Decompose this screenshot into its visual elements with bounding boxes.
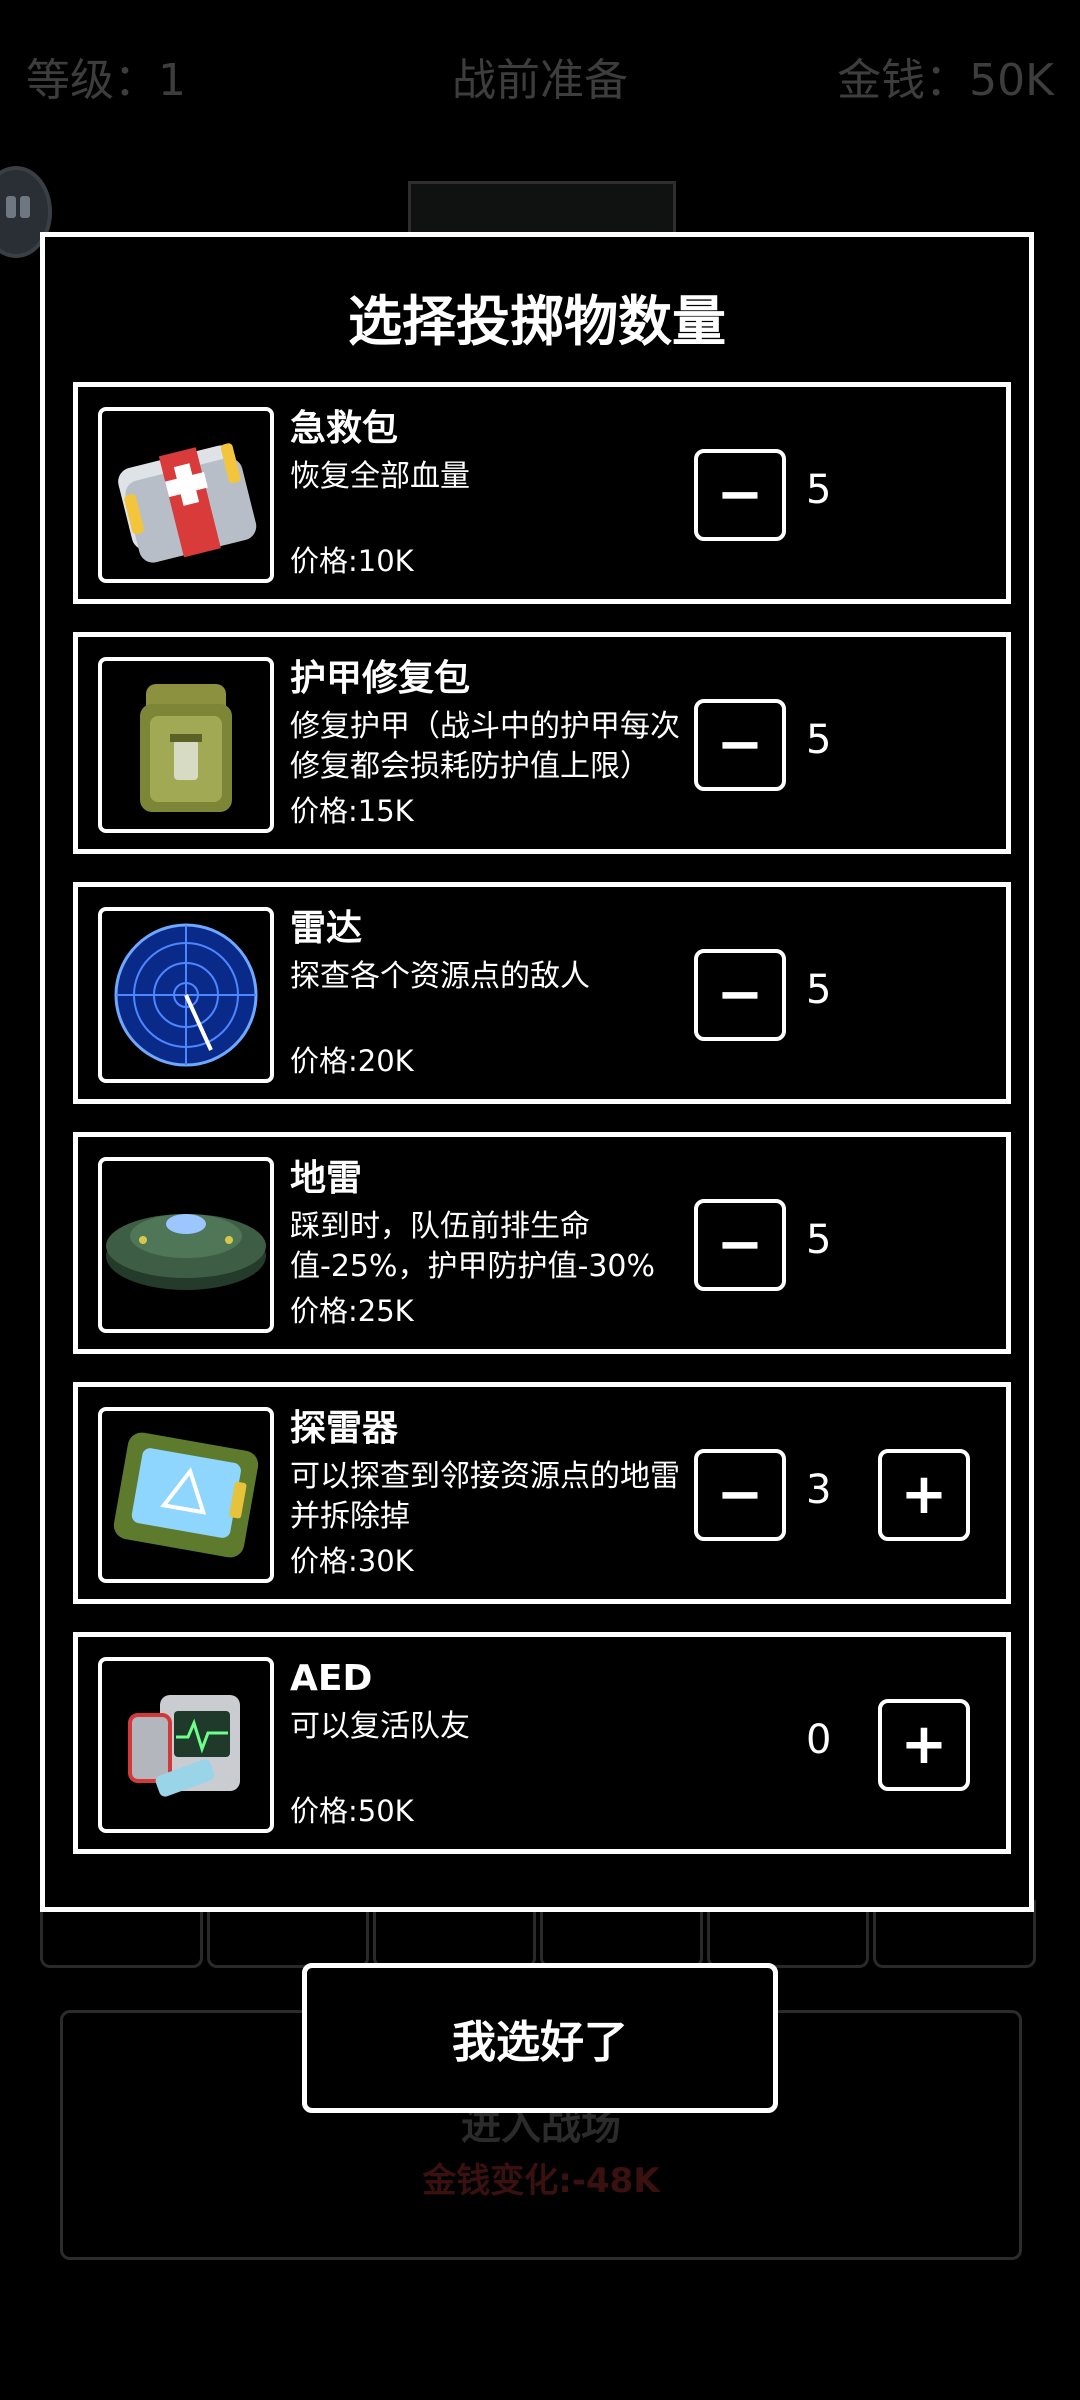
item-name: 雷达	[290, 908, 363, 949]
item-price: 价格:15K	[290, 794, 414, 828]
money-change-label: 金钱变化:-48K	[422, 2161, 660, 2201]
armor-repair-kit-icon	[98, 657, 274, 833]
mine-detector-icon	[98, 1407, 274, 1583]
item-description: 踩到时，队伍前排生命值-25%，护甲防护值-30%	[290, 1209, 656, 1284]
top-bar: 等级：1 战前准备 金钱：50K	[0, 0, 1080, 140]
item-price: 价格:30K	[290, 1544, 414, 1578]
item-card-armor-repair: 护甲修复包 修复护甲（战斗中的护甲每次修复都会损耗防护值上限） 价格:15K −…	[73, 632, 1011, 854]
item-description: 可以复活队友	[290, 1709, 470, 1744]
quantity-value: 5	[806, 967, 832, 1013]
item-name: 探雷器	[290, 1408, 399, 1449]
quantity-value: 0	[806, 1717, 832, 1763]
decrease-button[interactable]: −	[694, 1199, 786, 1291]
landmine-icon	[98, 1157, 274, 1333]
confirm-button[interactable]: 我选好了	[302, 1963, 778, 2113]
item-card-aed: AED 可以复活队友 价格:50K 0 +	[73, 1632, 1011, 1854]
quantity-value: 5	[806, 717, 832, 763]
item-description: 恢复全部血量	[290, 459, 470, 494]
item-name: 护甲修复包	[290, 658, 471, 699]
item-card-mine-detector: 探雷器 可以探查到邻接资源点的地雷并拆除掉 价格:30K − 3 +	[73, 1382, 1011, 1604]
item-price: 价格:20K	[290, 1044, 414, 1078]
throwable-quantity-dialog: 选择投掷物数量 急救包 恢复全部血量 价格:10K − 5 护甲修复包 修复护甲…	[40, 232, 1034, 1912]
item-price: 价格:25K	[290, 1294, 414, 1328]
increase-button[interactable]: +	[878, 1449, 970, 1541]
item-name: AED	[290, 1658, 373, 1699]
decrease-button[interactable]: −	[694, 699, 786, 791]
quantity-value: 5	[806, 467, 832, 513]
item-description: 修复护甲（战斗中的护甲每次修复都会损耗防护值上限）	[290, 709, 680, 784]
radar-icon	[98, 907, 274, 1083]
increase-button[interactable]: +	[878, 1699, 970, 1791]
decrease-button[interactable]: −	[694, 949, 786, 1041]
item-name: 地雷	[290, 1158, 363, 1199]
quantity-value: 3	[806, 1467, 832, 1513]
quantity-value: 5	[806, 1217, 832, 1263]
item-card-first-aid: 急救包 恢复全部血量 价格:10K − 5	[73, 382, 1011, 604]
dialog-title: 选择投掷物数量	[348, 290, 726, 353]
decrease-button[interactable]: −	[694, 449, 786, 541]
decrease-button[interactable]: −	[694, 1449, 786, 1541]
item-description: 可以探查到邻接资源点的地雷并拆除掉	[290, 1459, 680, 1534]
item-name: 急救包	[290, 408, 399, 449]
item-card-radar: 雷达 探查各个资源点的敌人 价格:20K − 5	[73, 882, 1011, 1104]
item-price: 价格:50K	[290, 1794, 414, 1828]
item-card-landmine: 地雷 踩到时，队伍前排生命值-25%，护甲防护值-30% 价格:25K − 5	[73, 1132, 1011, 1354]
money-label: 金钱：50K	[837, 55, 1054, 106]
first-aid-kit-icon	[98, 407, 274, 583]
item-price: 价格:10K	[290, 544, 414, 578]
aed-icon	[98, 1657, 274, 1833]
item-description: 探查各个资源点的敌人	[290, 959, 590, 994]
